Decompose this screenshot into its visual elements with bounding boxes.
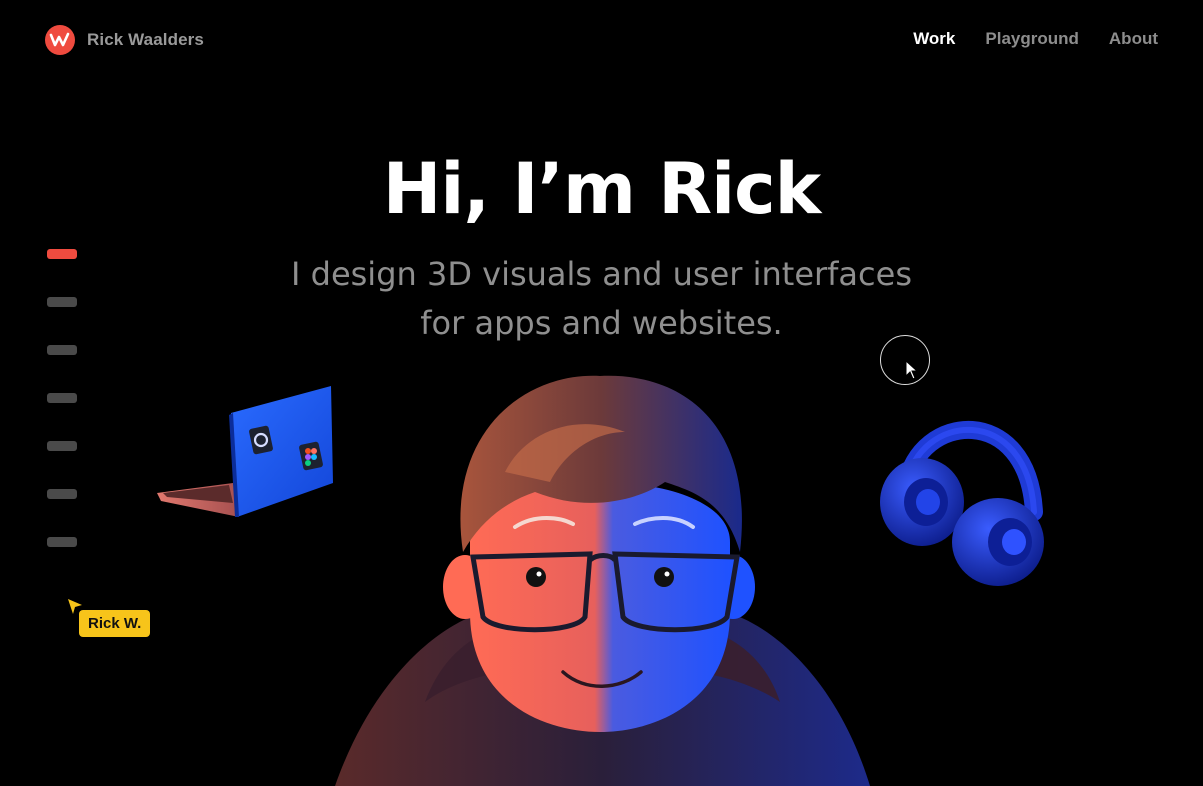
page: Rick Waalders Work Playground About Hi, … [0, 0, 1203, 786]
indicator-1[interactable] [47, 249, 77, 259]
brand-logo-icon [45, 25, 75, 55]
indicator-3[interactable] [47, 345, 77, 355]
main-nav: Work Playground About [913, 29, 1158, 49]
nav-about-link[interactable]: About [1109, 29, 1158, 49]
headphones-illustration [880, 421, 1044, 586]
hero-subtitle-line-1: I design 3D visuals and user interfaces [291, 255, 912, 293]
hero-subtitle: I design 3D visuals and user interfaces … [0, 250, 1203, 348]
hero-subtitle-line-2: for apps and websites. [420, 304, 783, 342]
cursor-icon [905, 360, 919, 380]
indicator-6[interactable] [47, 489, 77, 499]
nav-playground-link[interactable]: Playground [985, 29, 1079, 49]
indicator-5[interactable] [47, 441, 77, 451]
avatar-illustration [335, 375, 870, 786]
nav-work-link[interactable]: Work [913, 29, 955, 49]
laptop-illustration [157, 386, 333, 517]
indicator-4[interactable] [47, 393, 77, 403]
brand-name: Rick Waalders [87, 30, 204, 49]
indicator-7[interactable] [47, 537, 77, 547]
cursor-tag-label: Rick W. [79, 610, 151, 637]
indicator-2[interactable] [47, 297, 77, 307]
brand-link[interactable]: Rick Waalders [45, 25, 204, 55]
hero-title: Hi, I’m Rick [382, 148, 821, 230]
section-indicators [47, 249, 77, 547]
